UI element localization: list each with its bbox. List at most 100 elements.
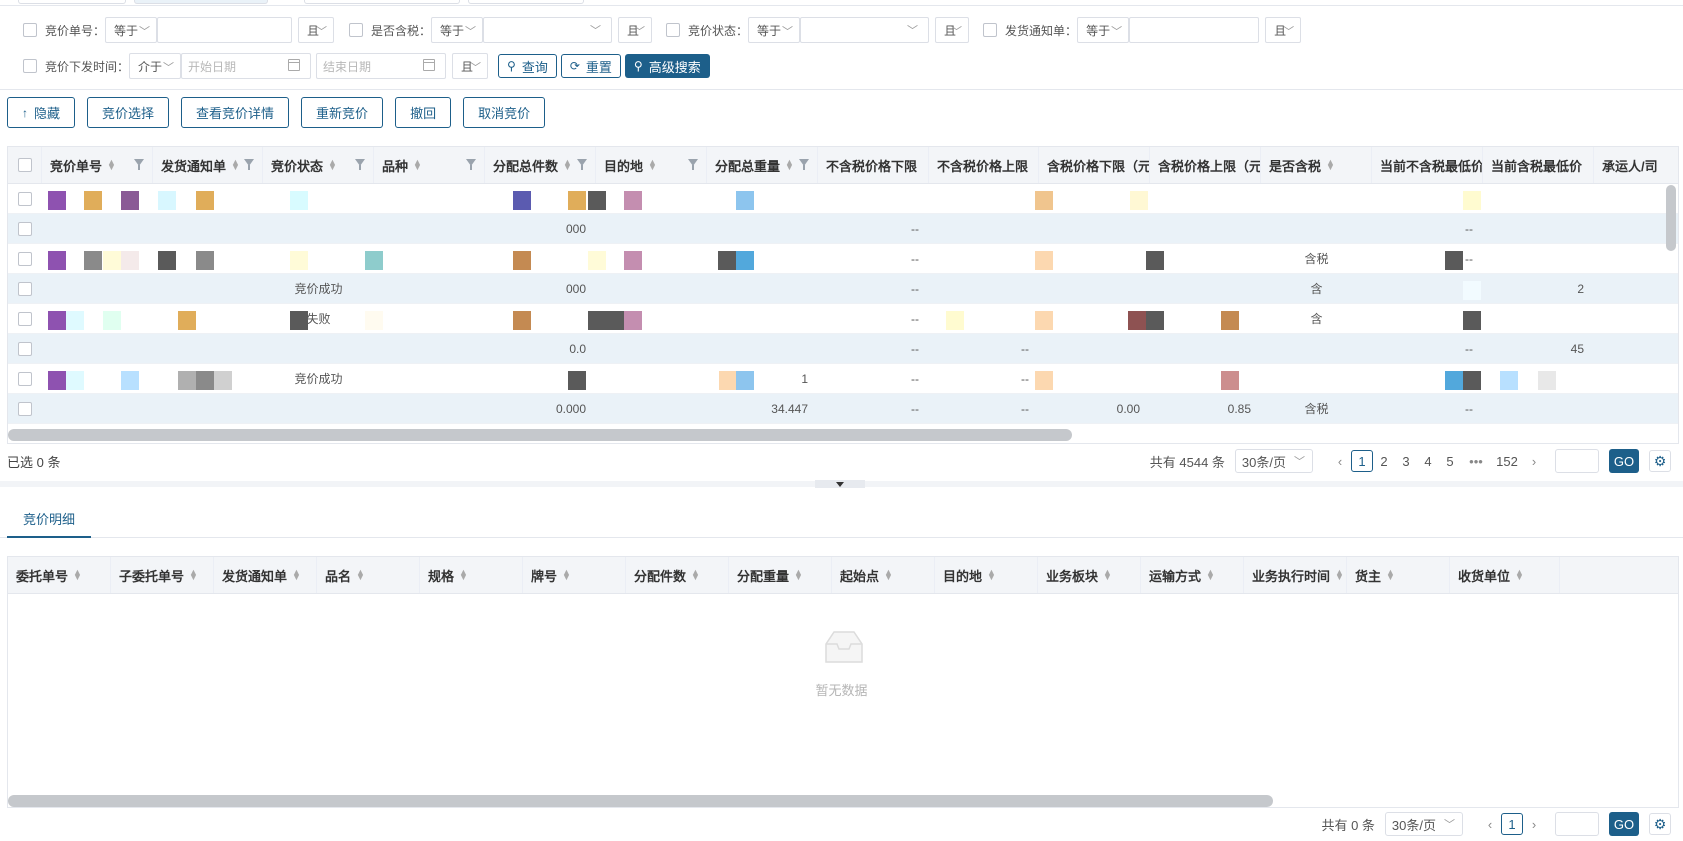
- operator-select[interactable]: 等于 ﹀: [1077, 17, 1130, 43]
- table-row[interactable]: 竞价成功000--含--2: [8, 274, 1678, 304]
- detail-column-header[interactable]: 起始点 ▲ ▼: [832, 557, 935, 593]
- page-5[interactable]: 5: [1439, 450, 1461, 472]
- cancel-bid-button[interactable]: 取消竞价: [463, 97, 546, 128]
- page-last[interactable]: 152: [1491, 450, 1523, 472]
- filter-icon[interactable]: [799, 159, 809, 170]
- col-carrier[interactable]: 承运人/司: [1594, 147, 1678, 183]
- filter-checkbox[interactable]: [23, 23, 37, 37]
- detail-column-header[interactable]: 品名 ▲ ▼: [317, 557, 420, 593]
- top-tab[interactable]: [18, 0, 126, 4]
- row-checkbox[interactable]: [18, 191, 32, 206]
- sort-icon[interactable]: ▲ ▼: [459, 568, 468, 582]
- hide-button[interactable]: ↑ 隐藏: [7, 97, 76, 128]
- sort-icon[interactable]: ▲ ▼: [189, 568, 198, 582]
- filter-icon[interactable]: [688, 159, 698, 170]
- col-price-ex-tax-min[interactable]: 不含税价格下限: [818, 147, 929, 183]
- reset-button[interactable]: ⟳ 重置: [560, 54, 621, 78]
- col-variety[interactable]: 品种 ▲ ▼: [374, 147, 485, 183]
- conjunction-select[interactable]: 且 ﹀: [1265, 17, 1302, 43]
- conjunction-select[interactable]: 且 ﹀: [298, 17, 335, 43]
- go-button[interactable]: GO: [1609, 449, 1639, 473]
- prev-page-icon[interactable]: ‹: [1329, 450, 1351, 472]
- col-current-min-ex-tax[interactable]: 当前不含税最低价: [1372, 147, 1483, 183]
- filter-input[interactable]: [157, 17, 293, 43]
- conjunction-select[interactable]: 且 ﹀: [935, 17, 970, 43]
- sort-icon[interactable]: ▲ ▼: [231, 158, 240, 172]
- filter-select[interactable]: ﹀: [483, 17, 613, 43]
- filter-select[interactable]: ﹀: [800, 17, 930, 43]
- rebid-button[interactable]: 重新竞价: [301, 97, 384, 128]
- sort-icon[interactable]: ▲ ▼: [1206, 568, 1215, 582]
- sort-icon[interactable]: ▲ ▼: [987, 568, 996, 582]
- bid-select-button[interactable]: 竞价选择: [87, 97, 170, 128]
- top-tab[interactable]: [304, 0, 460, 4]
- row-checkbox[interactable]: [18, 371, 32, 386]
- detail-column-header[interactable]: 目的地 ▲ ▼: [935, 557, 1038, 593]
- sort-icon[interactable]: ▲ ▼: [413, 158, 422, 172]
- col-current-min-tax[interactable]: 当前含税最低价: [1483, 147, 1594, 183]
- sort-icon[interactable]: ▲ ▼: [1335, 568, 1344, 582]
- detail-column-header[interactable]: 运输方式 ▲ ▼: [1141, 557, 1244, 593]
- detail-column-header[interactable]: 收货单位 ▲ ▼: [1450, 557, 1560, 593]
- sort-icon[interactable]: ▲ ▼: [785, 158, 794, 172]
- prev-page-icon[interactable]: ‹: [1479, 813, 1501, 835]
- col-price-tax-min[interactable]: 含税价格下限（元: [1039, 147, 1150, 183]
- operator-select[interactable]: 介于 ﹀: [129, 53, 182, 79]
- row-checkbox[interactable]: [18, 281, 32, 296]
- next-page-icon[interactable]: ›: [1523, 450, 1545, 472]
- sort-icon[interactable]: ▲ ▼: [328, 158, 337, 172]
- sort-icon[interactable]: ▲ ▼: [1515, 568, 1524, 582]
- page-size-select[interactable]: 30条/页 ﹀: [1234, 449, 1313, 473]
- sort-icon[interactable]: ▲ ▼: [691, 568, 700, 582]
- top-tab[interactable]: [468, 0, 584, 4]
- row-checkbox[interactable]: [18, 341, 32, 356]
- operator-select[interactable]: 等于 ﹀: [431, 17, 484, 43]
- col-price-ex-tax-max[interactable]: 不含税价格上限: [929, 147, 1039, 183]
- table-row[interactable]: 0.0 -- -- -- 45: [8, 334, 1678, 364]
- filter-checkbox[interactable]: [983, 23, 998, 37]
- select-all-checkbox[interactable]: [18, 158, 32, 172]
- gear-icon[interactable]: ⚙: [1649, 450, 1671, 472]
- sort-icon[interactable]: ▲ ▼: [563, 158, 572, 172]
- row-checkbox[interactable]: [18, 251, 32, 266]
- table-row[interactable]: 竞价成功0.01------: [8, 364, 1678, 394]
- col-tax-included[interactable]: 是否含税 ▲ ▼: [1261, 147, 1372, 183]
- filter-icon[interactable]: [134, 159, 144, 170]
- page-2[interactable]: 2: [1373, 450, 1395, 472]
- conjunction-select[interactable]: 且 ﹀: [452, 53, 489, 79]
- gear-icon[interactable]: ⚙: [1649, 813, 1671, 835]
- detail-column-header[interactable]: 分配件数 ▲ ▼: [626, 557, 729, 593]
- table-row[interactable]: 0.000 34.447 -- -- 0.00 0.85 含税 --: [8, 394, 1678, 424]
- page-4[interactable]: 4: [1417, 450, 1439, 472]
- sort-icon[interactable]: ▲ ▼: [107, 158, 116, 172]
- withdraw-button[interactable]: 撤回: [395, 97, 452, 128]
- sort-icon[interactable]: ▲ ▼: [1326, 158, 1335, 172]
- table-row[interactable]: 失败--含--: [8, 304, 1678, 334]
- col-destination[interactable]: 目的地 ▲ ▼: [596, 147, 707, 183]
- detail-column-header[interactable]: 委托单号 ▲ ▼: [8, 557, 111, 593]
- detail-column-header[interactable]: 分配重量 ▲ ▼: [729, 557, 832, 593]
- advanced-search-button[interactable]: ⚲ 高级搜索: [624, 54, 710, 78]
- filter-icon[interactable]: [355, 159, 365, 170]
- detail-column-header[interactable]: 牌号 ▲ ▼: [523, 557, 626, 593]
- filter-icon[interactable]: [466, 159, 476, 170]
- query-button[interactable]: ⚲ 查询: [498, 54, 557, 78]
- conjunction-select[interactable]: 且 ﹀: [618, 17, 653, 43]
- col-bid-status[interactable]: 竞价状态 ▲ ▼: [263, 147, 374, 183]
- col-total-weight[interactable]: 分配总重量 ▲ ▼: [707, 147, 818, 183]
- top-tab-active[interactable]: [134, 0, 268, 4]
- row-checkbox[interactable]: [18, 221, 32, 236]
- end-date-input[interactable]: 结束日期: [316, 53, 447, 79]
- row-checkbox[interactable]: [18, 311, 32, 326]
- sort-icon[interactable]: ▲ ▼: [648, 158, 657, 172]
- page-size-select[interactable]: 30条/页 ﹀: [1384, 812, 1463, 836]
- col-total-pieces[interactable]: 分配总件数 ▲ ▼: [485, 147, 596, 183]
- col-bid-no[interactable]: 竞价单号 ▲ ▼: [42, 147, 153, 183]
- detail-column-header[interactable]: 货主 ▲ ▼: [1347, 557, 1450, 593]
- horizontal-scrollbar[interactable]: [8, 795, 1273, 807]
- sort-icon[interactable]: ▲ ▼: [562, 568, 571, 582]
- detail-column-header[interactable]: 子委托单号 ▲ ▼: [111, 557, 214, 593]
- sort-icon[interactable]: ▲ ▼: [1103, 568, 1112, 582]
- detail-column-header[interactable]: 业务板块 ▲ ▼: [1038, 557, 1141, 593]
- detail-column-header[interactable]: 规格 ▲ ▼: [420, 557, 523, 593]
